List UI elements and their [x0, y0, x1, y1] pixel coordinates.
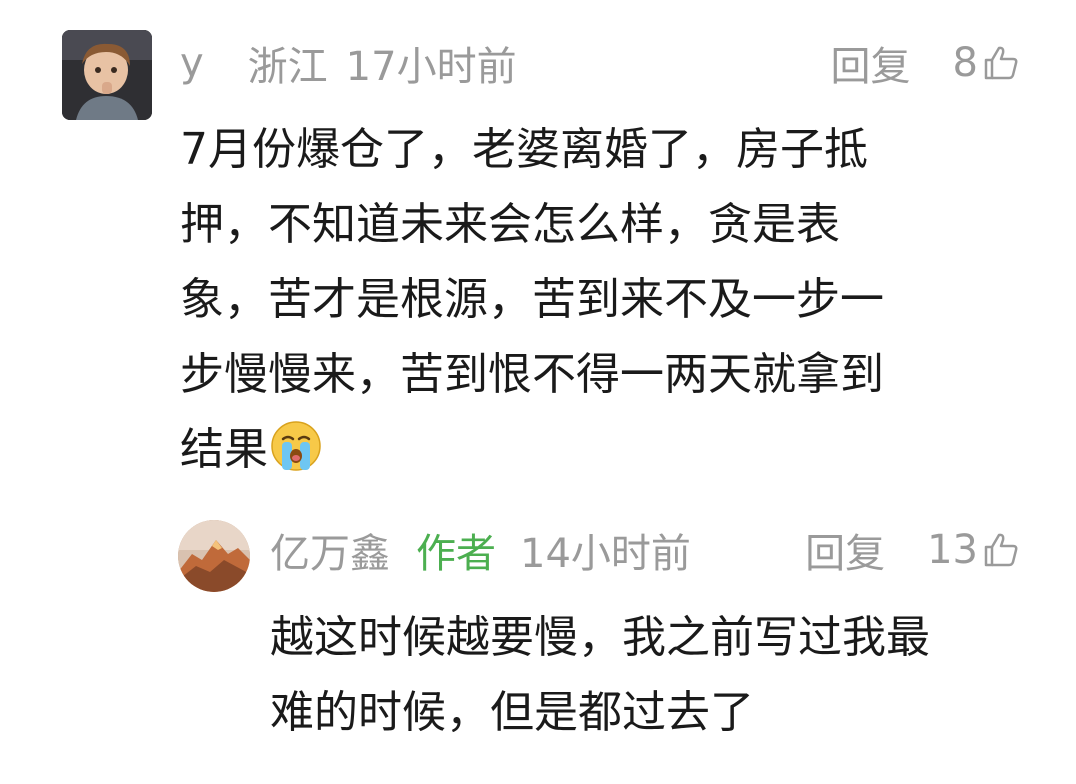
like-count: 8 [952, 40, 978, 86]
reply-body: 越这时候越要慢，我之前写过我最 难的时候，但是都过去了 [270, 600, 1030, 750]
reply-line: 越这时候越要慢，我之前写过我最 [270, 612, 930, 663]
comment-meta: y 浙江 17小时前 回复 8 [180, 33, 1020, 93]
timestamp: 14小时前 [520, 531, 691, 577]
mountain-sunset-avatar-icon [178, 520, 250, 592]
comment-line: 押，不知道未来会怎么样，贪是表 [180, 199, 840, 250]
timestamp: 17小时前 [345, 44, 517, 90]
comment-body: 7月份爆仓了，老婆离婚了，房子抵 押，不知道未来会怎么样，贪是表 象，苦才是根源… [180, 112, 990, 487]
username[interactable]: 亿万鑫 [270, 521, 390, 579]
reply-button[interactable]: 回复 [831, 34, 911, 92]
like-button[interactable]: 13 [927, 527, 1020, 573]
reply-button[interactable]: 回复 [805, 521, 885, 579]
thumbs-up-icon [984, 533, 1018, 567]
comment-last-line: 结果 [180, 412, 990, 487]
avatar[interactable] [178, 520, 250, 592]
comment-thread: y 浙江 17小时前 回复 8 7月份爆仓了，老婆离婚了，房子抵 押，不知道未来… [0, 0, 1076, 784]
like-button[interactable]: 8 [953, 40, 1020, 86]
avatar[interactable] [62, 30, 152, 120]
author-badge: 作者 [416, 531, 496, 577]
username[interactable]: y [180, 40, 204, 86]
comment-line: 7月份爆仓了，老婆离婚了，房子抵 [180, 124, 868, 175]
reply-line: 难的时候，但是都过去了 [270, 687, 754, 738]
comment-line: 象，苦才是根源，苦到来不及一步一 [180, 274, 884, 325]
comment-line: 步慢慢来，苦到恨不得一两天就拿到 [180, 349, 884, 400]
region-label: 浙江 [247, 44, 328, 90]
crying-face-emoji-icon [271, 421, 321, 471]
child-photo-avatar-icon [62, 30, 152, 120]
like-count: 13 [927, 527, 978, 573]
reply-meta: 亿万鑫 作者 14小时前 回复 13 [270, 520, 1020, 580]
thumbs-up-icon [984, 46, 1018, 80]
comment-line: 结果 [180, 424, 268, 475]
